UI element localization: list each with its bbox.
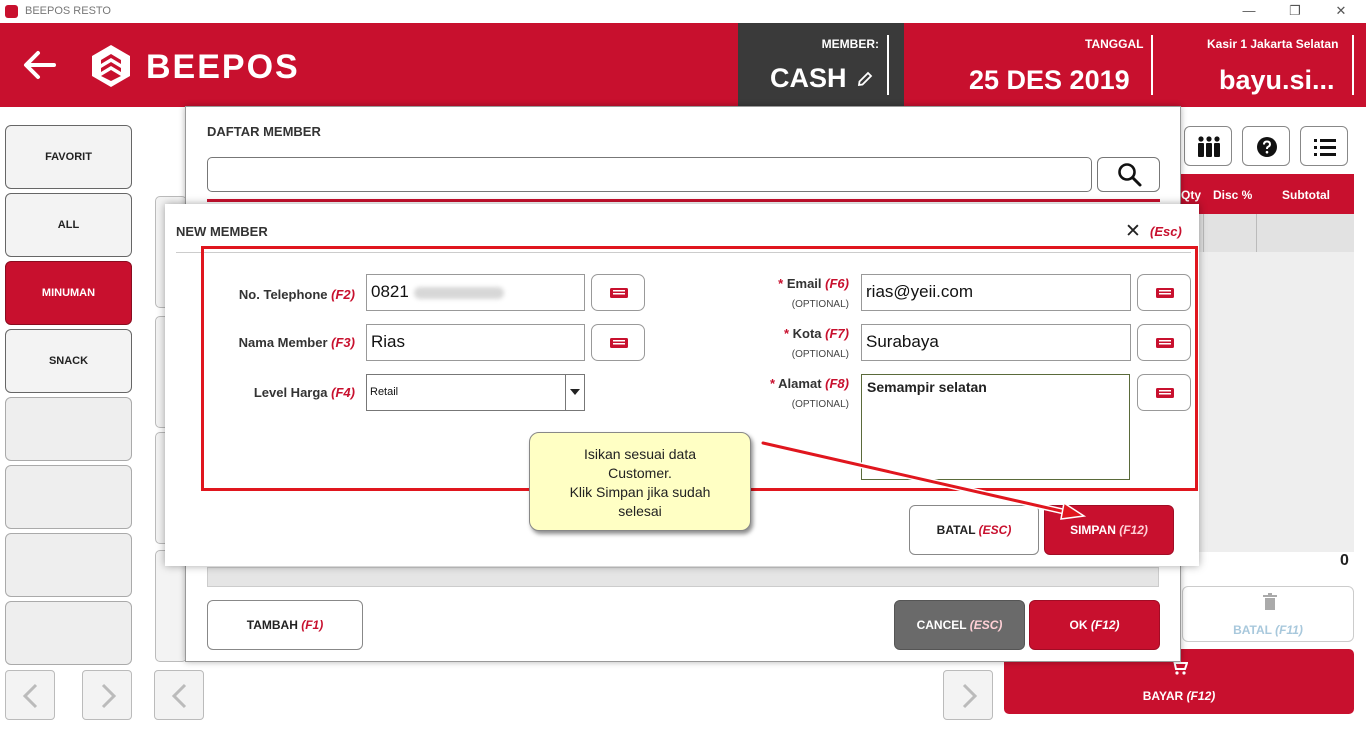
- member-selector[interactable]: MEMBER: CASH: [738, 23, 904, 107]
- header-divider: [887, 35, 889, 95]
- window-title: BEEPOS RESTO: [25, 5, 111, 17]
- header-divider: [1352, 35, 1354, 95]
- order-table-body: [1173, 252, 1354, 552]
- daftar-member-divider: [207, 199, 1160, 202]
- simpan-label: SIMPAN: [1070, 523, 1116, 537]
- order-total: 0: [1340, 552, 1349, 569]
- date-value: 25 DES 2019: [969, 65, 1130, 95]
- product-tile[interactable]: [155, 550, 187, 662]
- category-favorit[interactable]: FAVORIT: [5, 125, 132, 189]
- people-icon: [1198, 136, 1220, 157]
- batal-member-label: BATAL: [936, 523, 976, 537]
- cancel-button[interactable]: CANCEL (ESC): [894, 600, 1025, 650]
- edit-pencil-icon[interactable]: [856, 70, 874, 88]
- category-snack[interactable]: SNACK: [5, 329, 132, 393]
- cancel-key: (ESC): [969, 618, 1003, 632]
- header-divider: [1151, 35, 1153, 95]
- member-value: CASH: [770, 63, 847, 93]
- window-titlebar: BEEPOS RESTO — ❐ ✕: [0, 0, 1366, 23]
- chevron-right-icon: [101, 683, 117, 709]
- app-icon: [5, 5, 18, 18]
- close-icon[interactable]: ✕: [1125, 220, 1141, 243]
- chevron-left-icon: [171, 683, 187, 709]
- close-key: (Esc): [1150, 224, 1182, 239]
- cancel-label: CANCEL: [916, 618, 967, 632]
- product-next-button[interactable]: [943, 670, 993, 720]
- col-qty: Qty: [1181, 188, 1202, 202]
- instruction-callout: Isikan sesuai data Customer. Klik Simpan…: [529, 432, 751, 531]
- date-label: TANGGAL: [1085, 37, 1144, 51]
- callout-line-4: selesai: [618, 503, 662, 519]
- batal-order-button[interactable]: BATAL (F11): [1182, 586, 1354, 642]
- order-table-header: Qty Disc % Subtotal: [1173, 174, 1354, 214]
- cashier-value: bayu.si...: [1219, 65, 1335, 95]
- close-window-icon[interactable]: ✕: [1330, 2, 1352, 20]
- category-empty[interactable]: [5, 533, 132, 597]
- batal-member-key: (ESC): [978, 523, 1012, 537]
- daftar-member-title: DAFTAR MEMBER: [207, 124, 321, 139]
- minimize-icon[interactable]: —: [1238, 2, 1260, 20]
- tambah-key: (F1): [301, 618, 324, 632]
- member-search-input[interactable]: [207, 157, 1092, 192]
- ok-key: (F12): [1090, 618, 1120, 632]
- batal-order-label: BATAL: [1233, 623, 1272, 637]
- menu-list-button[interactable]: [1300, 126, 1348, 166]
- category-all[interactable]: ALL: [5, 193, 132, 257]
- simpan-button[interactable]: SIMPAN (F12): [1044, 505, 1174, 555]
- back-arrow-icon[interactable]: [18, 43, 62, 87]
- tambah-button[interactable]: TAMBAH (F1): [207, 600, 363, 650]
- restore-icon[interactable]: ❐: [1284, 2, 1306, 20]
- ok-label: OK: [1069, 618, 1088, 632]
- simpan-key: (F12): [1119, 523, 1148, 537]
- order-table-row: [1173, 214, 1354, 252]
- category-next-button[interactable]: [82, 670, 132, 720]
- col-subtotal: Subtotal: [1282, 188, 1330, 202]
- category-prev-button[interactable]: [5, 670, 55, 720]
- member-search-button[interactable]: [1097, 157, 1160, 192]
- list-icon: [1314, 139, 1336, 156]
- chevron-left-icon: [22, 683, 38, 709]
- callout-line-2: Customer.: [608, 465, 672, 481]
- help-button[interactable]: [1242, 126, 1290, 166]
- callout-line-1: Isikan sesuai data: [583, 446, 697, 462]
- callout-line-3: Klik Simpan jika sudah: [569, 484, 711, 500]
- batal-order-key: (F11): [1275, 623, 1303, 637]
- member-label: MEMBER:: [821, 37, 879, 51]
- batal-member-button[interactable]: BATAL (ESC): [909, 505, 1039, 555]
- product-prev-button[interactable]: [154, 670, 204, 720]
- app-header: BEEPOS MEMBER: CASH TANGGAL 25 DES 2019 …: [0, 23, 1366, 107]
- chevron-right-icon: [962, 683, 978, 709]
- bayar-label: BAYAR: [1142, 689, 1184, 703]
- search-icon: [1118, 163, 1142, 187]
- brand-name: BEEPOS: [146, 48, 300, 86]
- col-disc: Disc %: [1213, 188, 1253, 202]
- people-button[interactable]: [1184, 126, 1232, 166]
- category-empty[interactable]: [5, 465, 132, 529]
- help-icon: [1257, 137, 1277, 157]
- cashier-label: Kasir 1 Jakarta Selatan: [1207, 37, 1339, 51]
- category-empty[interactable]: [5, 601, 132, 665]
- member-list[interactable]: [207, 567, 1159, 587]
- bayar-key: (F12): [1186, 689, 1216, 703]
- ok-button[interactable]: OK (F12): [1029, 600, 1160, 650]
- new-member-title: NEW MEMBER: [176, 224, 268, 239]
- trash-icon: [1263, 593, 1277, 610]
- category-empty[interactable]: [5, 397, 132, 461]
- category-minuman[interactable]: MINUMAN: [5, 261, 132, 325]
- tambah-label: TAMBAH: [246, 618, 298, 632]
- beepos-logo-icon: [92, 45, 130, 87]
